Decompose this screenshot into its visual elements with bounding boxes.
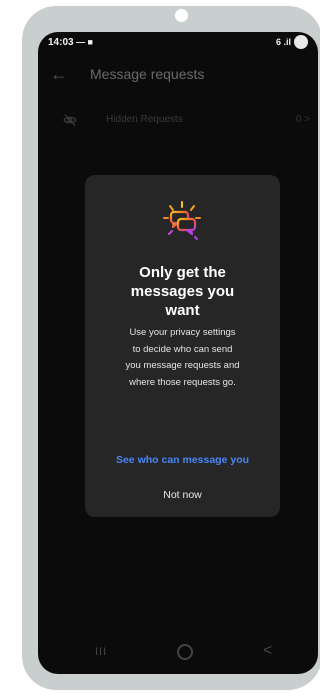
status-bar: 14:03 — ■ 6 .il [38,32,318,54]
hidden-requests-count: 0 > [295,114,310,125]
back-arrow-icon[interactable]: ← [50,64,68,85]
see-who-can-message-button[interactable]: See who can message you [85,454,280,466]
signal-icon: 6 .il [275,37,291,47]
message-bubbles-icon [163,201,201,240]
dialog-description-line: you message requests and [125,360,240,371]
hidden-requests-label: Hidden Requests [106,114,183,125]
dialog-description-line: Use your privacy settings [129,327,236,338]
battery-icon [294,35,308,49]
not-now-button[interactable]: Not now [85,489,280,501]
system-nav-bar: III < [38,634,318,674]
back-nav-icon[interactable]: < [263,642,272,660]
dialog-title-line: want [165,302,200,319]
phone-screen: 14:03 — ■ 6 .il ← Message requests Hidde… [38,32,318,674]
dialog-title-line: Only get the [139,264,226,281]
dialog-description-line: where those requests go. [129,376,236,388]
camera-icon [175,9,188,22]
eye-off-icon [63,114,77,126]
status-time: 14:03 [48,37,74,48]
dialog-description-line: to decide who can send [132,343,233,355]
notification-icons: — ■ [76,37,93,47]
home-icon[interactable] [177,644,193,660]
dialog-title-line: messages you [130,283,235,300]
dialog-title: Only get the messages you want [85,263,280,320]
privacy-dialog: Only get the messages you want Use your … [85,175,280,517]
hidden-requests-row[interactable]: Hidden Requests 0 > [38,110,318,134]
recents-icon[interactable]: III [95,646,107,658]
page-title: Message requests [90,66,205,82]
header: ← Message requests [38,60,318,90]
status-right-icons: 6 .il [276,35,308,49]
dialog-description: Use your privacy settings to decide who … [99,325,266,391]
